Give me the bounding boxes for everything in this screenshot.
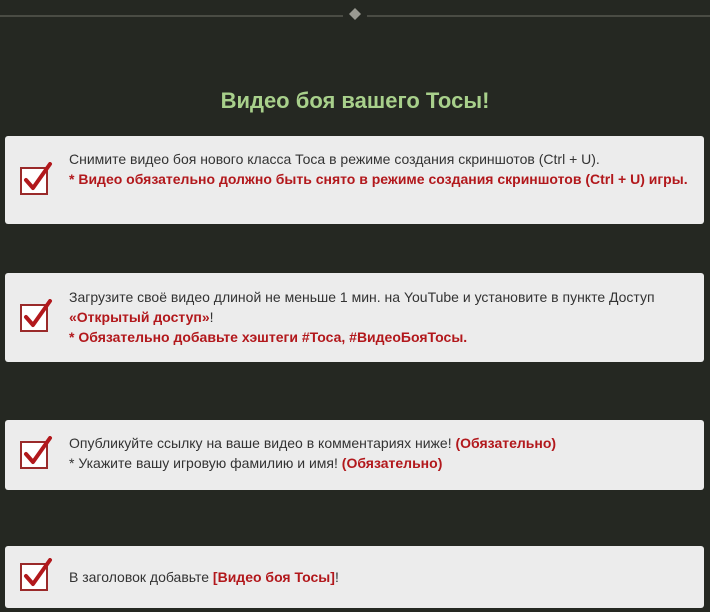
- step-instruction-text: В заголовок добавьте: [69, 569, 213, 585]
- access-highlight: «Открытый доступ»: [69, 309, 210, 325]
- step-instruction: Снимите видео боя нового класса Тоса в р…: [69, 151, 600, 167]
- required-badge: (Обязательно): [341, 455, 443, 471]
- required-badge: (Обязательно): [455, 435, 557, 451]
- step-card-3: Опубликуйте ссылку на ваше видео в комме…: [5, 420, 704, 490]
- step-text: В заголовок добавьте [Видео боя Тосы]!: [69, 567, 694, 587]
- step-instruction: Опубликуйте ссылку на ваше видео в комме…: [69, 433, 694, 453]
- step-instruction-text: Опубликуйте ссылку на ваше видео в комме…: [69, 435, 456, 451]
- step-instruction-2: * Укажите вашу игровую фамилию и имя! (О…: [69, 453, 694, 473]
- step-instruction: В заголовок добавьте [Видео боя Тосы]!: [69, 567, 694, 587]
- title-tag-highlight: [Видео боя Тосы]: [212, 569, 335, 585]
- step-instruction: Загрузите своё видео длиной не меньше 1 …: [69, 287, 694, 327]
- step-instruction-suffix: !: [209, 309, 214, 325]
- checkbox-checked-icon: [20, 299, 52, 332]
- step-text: Загрузите своё видео длиной не меньше 1 …: [69, 287, 694, 347]
- step-text: Опубликуйте ссылку на ваше видео в комме…: [69, 433, 694, 473]
- step-note: * Видео обязательно должно быть снято в …: [69, 171, 688, 187]
- step-instruction-suffix: !: [334, 569, 339, 585]
- checkbox-checked-icon: [20, 162, 52, 195]
- step-text: Снимите видео боя нового класса Тоса в р…: [69, 149, 694, 189]
- page-title: Видео боя вашего Тосы!: [220, 88, 490, 113]
- step-card-2: Загрузите своё видео длиной не меньше 1 …: [5, 273, 704, 362]
- checkbox-checked-icon: [20, 436, 52, 469]
- step-card-4: В заголовок добавьте [Видео боя Тосы]!: [5, 546, 704, 608]
- diamond-divider-icon: [0, 8, 710, 20]
- step-note: * Обязательно добавьте хэштеги #Тоса, #В…: [69, 329, 468, 345]
- step-instruction-text: * Укажите вашу игровую фамилию и имя!: [69, 455, 342, 471]
- step-card-1: Снимите видео боя нового класса Тоса в р…: [5, 136, 704, 224]
- checkbox-checked-icon: [20, 558, 52, 591]
- step-instruction-text: Загрузите своё видео длиной не меньше 1 …: [69, 289, 655, 305]
